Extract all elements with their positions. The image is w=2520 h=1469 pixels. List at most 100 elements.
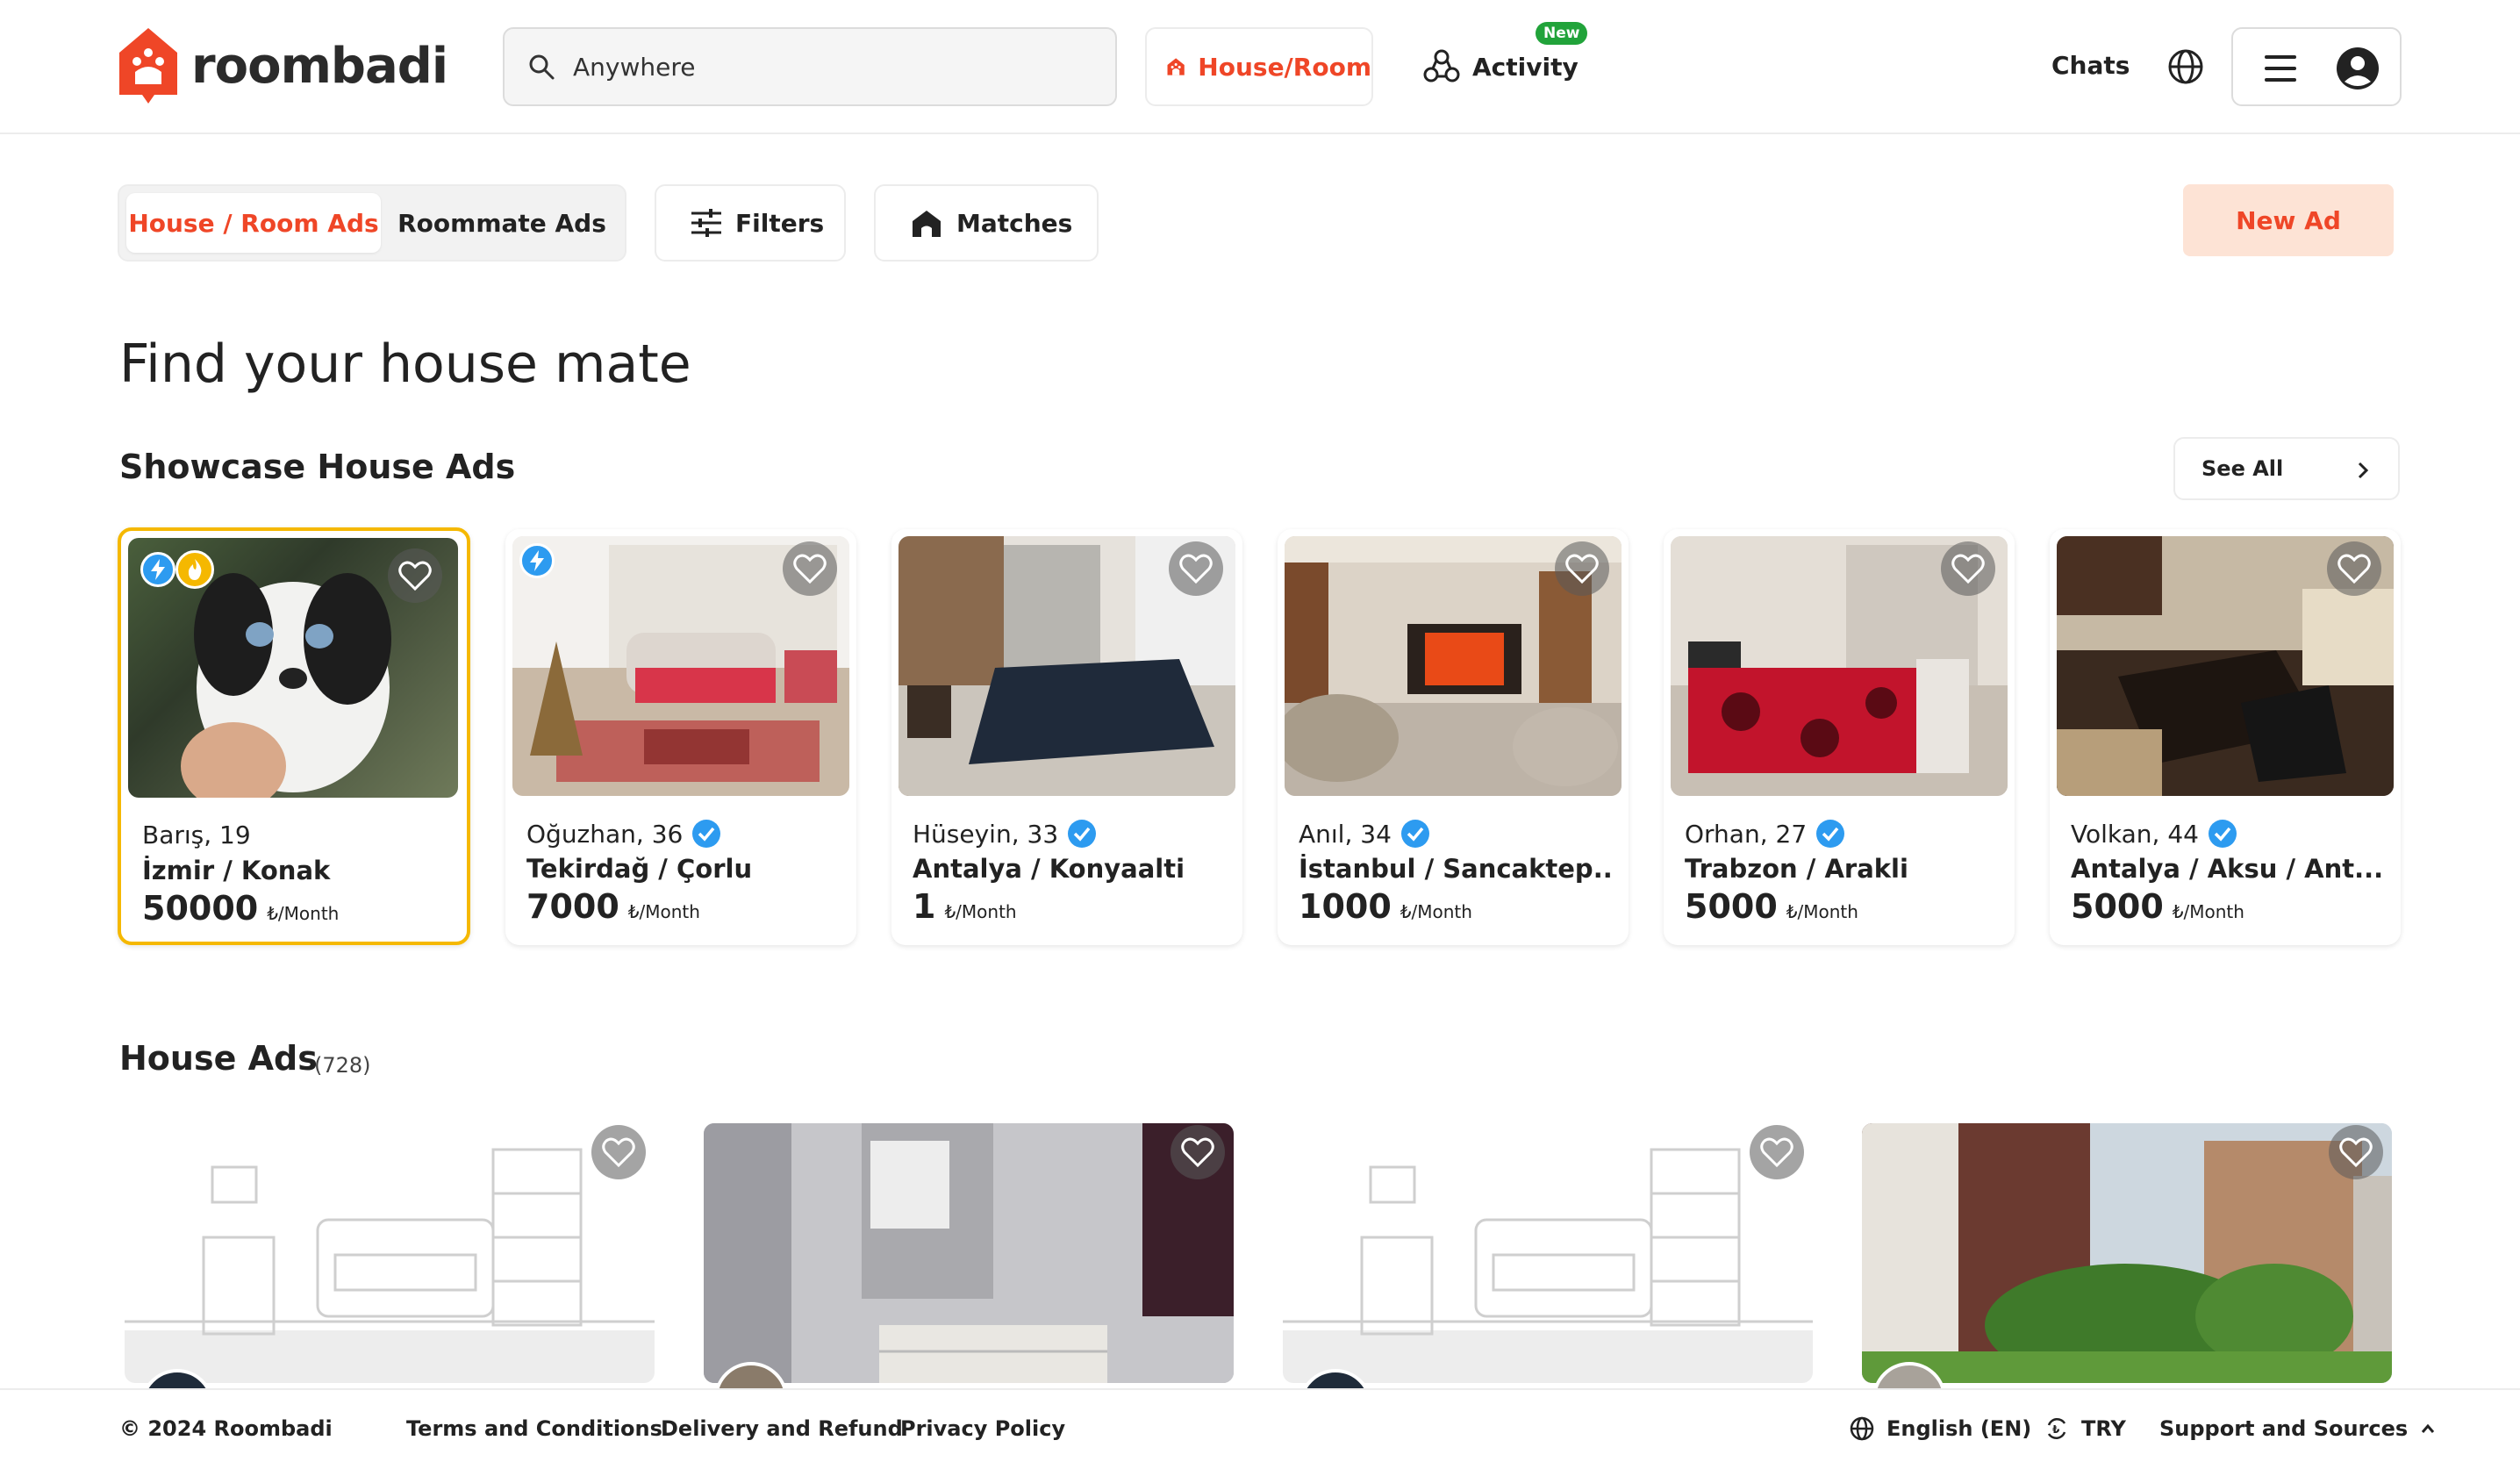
- globe-icon: [1850, 1416, 1874, 1441]
- favorite-heart-icon[interactable]: [1171, 1125, 1225, 1179]
- boost-bolt-icon: [519, 543, 555, 578]
- user-avatar-icon: [2337, 47, 2379, 90]
- house-ad-card[interactable]: [697, 1114, 1249, 1395]
- owner-name: Volkan, 44: [2071, 819, 2237, 849]
- listing-location: İzmir / Konak: [142, 856, 331, 885]
- top-header: roombadi House/Room Activity New Chats: [0, 0, 2520, 134]
- showcase-card[interactable]: Orhan, 27 Trabzon / Arakli 5000 ₺/Month: [1664, 529, 2015, 945]
- ad-type-switch: House / Room Ads Roommate Ads: [118, 184, 626, 262]
- favorite-heart-icon[interactable]: [591, 1125, 646, 1179]
- filters-button[interactable]: Filters: [655, 184, 846, 262]
- owner-name: Oğuzhan, 36: [526, 819, 721, 849]
- listing-price: 7000 ₺/Month: [526, 887, 700, 926]
- tab-roommate-ads[interactable]: Roommate Ads: [383, 193, 621, 253]
- search-input[interactable]: [573, 52, 1082, 82]
- hamburger-icon: [2265, 55, 2296, 82]
- house-room-button[interactable]: House/Room: [1145, 27, 1373, 106]
- house-ad-card[interactable]: [1855, 1114, 2408, 1395]
- listing-price: 5000 ₺/Month: [1685, 887, 1858, 926]
- listing-photo: [1862, 1123, 2392, 1383]
- favorite-heart-icon[interactable]: [2327, 541, 2381, 596]
- currency-label: TRY: [2081, 1416, 2126, 1441]
- owner-name-text: Barış, 19: [142, 820, 251, 849]
- price-period: ₺/Month: [1400, 901, 1472, 922]
- currency-selector[interactable]: ₺ TRY: [2044, 1416, 2126, 1441]
- showcase-card[interactable]: Hüseyin, 33 Antalya / Konyaalti 1 ₺/Mont…: [891, 529, 1242, 945]
- location-search[interactable]: [503, 27, 1117, 106]
- listing-location: Tekirdağ / Çorlu: [526, 854, 753, 884]
- account-menu-button[interactable]: [2231, 27, 2402, 106]
- listing-price: 5000 ₺/Month: [2071, 887, 2244, 926]
- listing-location: Trabzon / Arakli: [1685, 854, 1908, 884]
- support-sources-toggle[interactable]: Support and Sources: [2159, 1416, 2436, 1441]
- house-ad-card[interactable]: [1276, 1114, 1829, 1395]
- tab-house-room-ads[interactable]: House / Room Ads: [126, 193, 381, 253]
- price-period: ₺/Month: [1786, 901, 1858, 922]
- activity-button[interactable]: Activity New: [1421, 22, 1588, 106]
- privacy-policy-link[interactable]: Privacy Policy: [900, 1416, 1065, 1441]
- language-selector[interactable]: English (EN): [1850, 1416, 2031, 1441]
- favorite-heart-icon[interactable]: [1750, 1125, 1804, 1179]
- house-logo-icon: [119, 28, 177, 104]
- house-ads-title: House Ads: [119, 1039, 318, 1078]
- owner-name-text: Orhan, 27: [1685, 819, 1808, 849]
- owner-name-text: Anıl, 34: [1299, 819, 1392, 849]
- activity-label: Activity: [1472, 52, 1579, 82]
- favorite-heart-icon[interactable]: [1555, 541, 1609, 596]
- new-badge: New: [1536, 22, 1588, 45]
- favorite-heart-icon[interactable]: [783, 541, 837, 596]
- see-all-button[interactable]: See All: [2173, 437, 2400, 500]
- listing-price: 1000 ₺/Month: [1299, 887, 1472, 926]
- verified-icon: [1068, 820, 1097, 848]
- activity-icon: [1423, 49, 1460, 82]
- favorite-heart-icon[interactable]: [2329, 1125, 2383, 1179]
- house-ad-card[interactable]: [118, 1114, 670, 1395]
- showcase-title: Showcase House Ads: [119, 448, 516, 486]
- page-footer: © 2024 Roombadi Terms and Conditions Del…: [0, 1388, 2520, 1469]
- owner-name: Orhan, 27: [1685, 819, 1845, 849]
- filters-label: Filters: [735, 208, 825, 238]
- verified-icon: [1400, 820, 1429, 848]
- listing-price: 50000 ₺/Month: [142, 889, 339, 928]
- chats-link[interactable]: Chats: [2051, 51, 2130, 80]
- house-room-label: House/Room: [1198, 52, 1371, 82]
- price-amount: 1: [913, 887, 936, 926]
- listing-location: İstanbul / Sancaktep...: [1299, 854, 1614, 884]
- copyright-text: © 2024 Roombadi: [119, 1416, 333, 1441]
- house-ads-count: (728): [314, 1053, 371, 1078]
- brand-logo[interactable]: roombadi: [118, 26, 448, 105]
- chevron-right-icon: [2358, 462, 2369, 479]
- house-icon: [1167, 58, 1185, 75]
- price-period: ₺/Month: [944, 901, 1017, 922]
- new-ad-button[interactable]: New Ad: [2183, 184, 2394, 256]
- favorite-heart-icon[interactable]: [1169, 541, 1223, 596]
- listing-location: Antalya / Konyaalti: [913, 854, 1185, 884]
- svg-text:₺: ₺: [2052, 1423, 2060, 1436]
- see-all-label: See All: [2201, 456, 2284, 481]
- listing-price: 1 ₺/Month: [913, 887, 1017, 926]
- delivery-refund-link[interactable]: Delivery and Refund: [661, 1416, 903, 1441]
- listing-placeholder-photo: [1283, 1123, 1813, 1383]
- owner-name-text: Hüseyin, 33: [913, 819, 1059, 849]
- terms-link[interactable]: Terms and Conditions: [406, 1416, 662, 1441]
- verified-icon: [692, 820, 721, 848]
- price-amount: 7000: [526, 887, 619, 926]
- listing-location: Antalya / Aksu / Ant...: [2071, 854, 2384, 884]
- listing-photo: [704, 1123, 1234, 1383]
- favorite-heart-icon[interactable]: [1941, 541, 1995, 596]
- favorite-heart-icon[interactable]: [388, 548, 442, 603]
- search-icon: [529, 54, 555, 80]
- language-label: English (EN): [1886, 1416, 2032, 1441]
- showcase-card[interactable]: Anıl, 34 İstanbul / Sancaktep... 1000 ₺/…: [1278, 529, 1629, 945]
- showcase-card[interactable]: Volkan, 44 Antalya / Aksu / Ant... 5000 …: [2050, 529, 2401, 945]
- price-amount: 5000: [2071, 887, 2164, 926]
- listing-placeholder-photo: [125, 1123, 655, 1383]
- showcase-card[interactable]: Barış, 19 İzmir / Konak 50000 ₺/Month: [118, 527, 470, 945]
- support-label: Support and Sources: [2159, 1416, 2409, 1441]
- showcase-card[interactable]: Oğuzhan, 36 Tekirdağ / Çorlu 7000 ₺/Mont…: [505, 529, 856, 945]
- globe-icon[interactable]: [2167, 48, 2204, 85]
- owner-name-text: Oğuzhan, 36: [526, 819, 684, 849]
- verified-icon: [2208, 820, 2237, 848]
- matches-button[interactable]: Matches: [874, 184, 1099, 262]
- price-period: ₺/Month: [2172, 901, 2244, 922]
